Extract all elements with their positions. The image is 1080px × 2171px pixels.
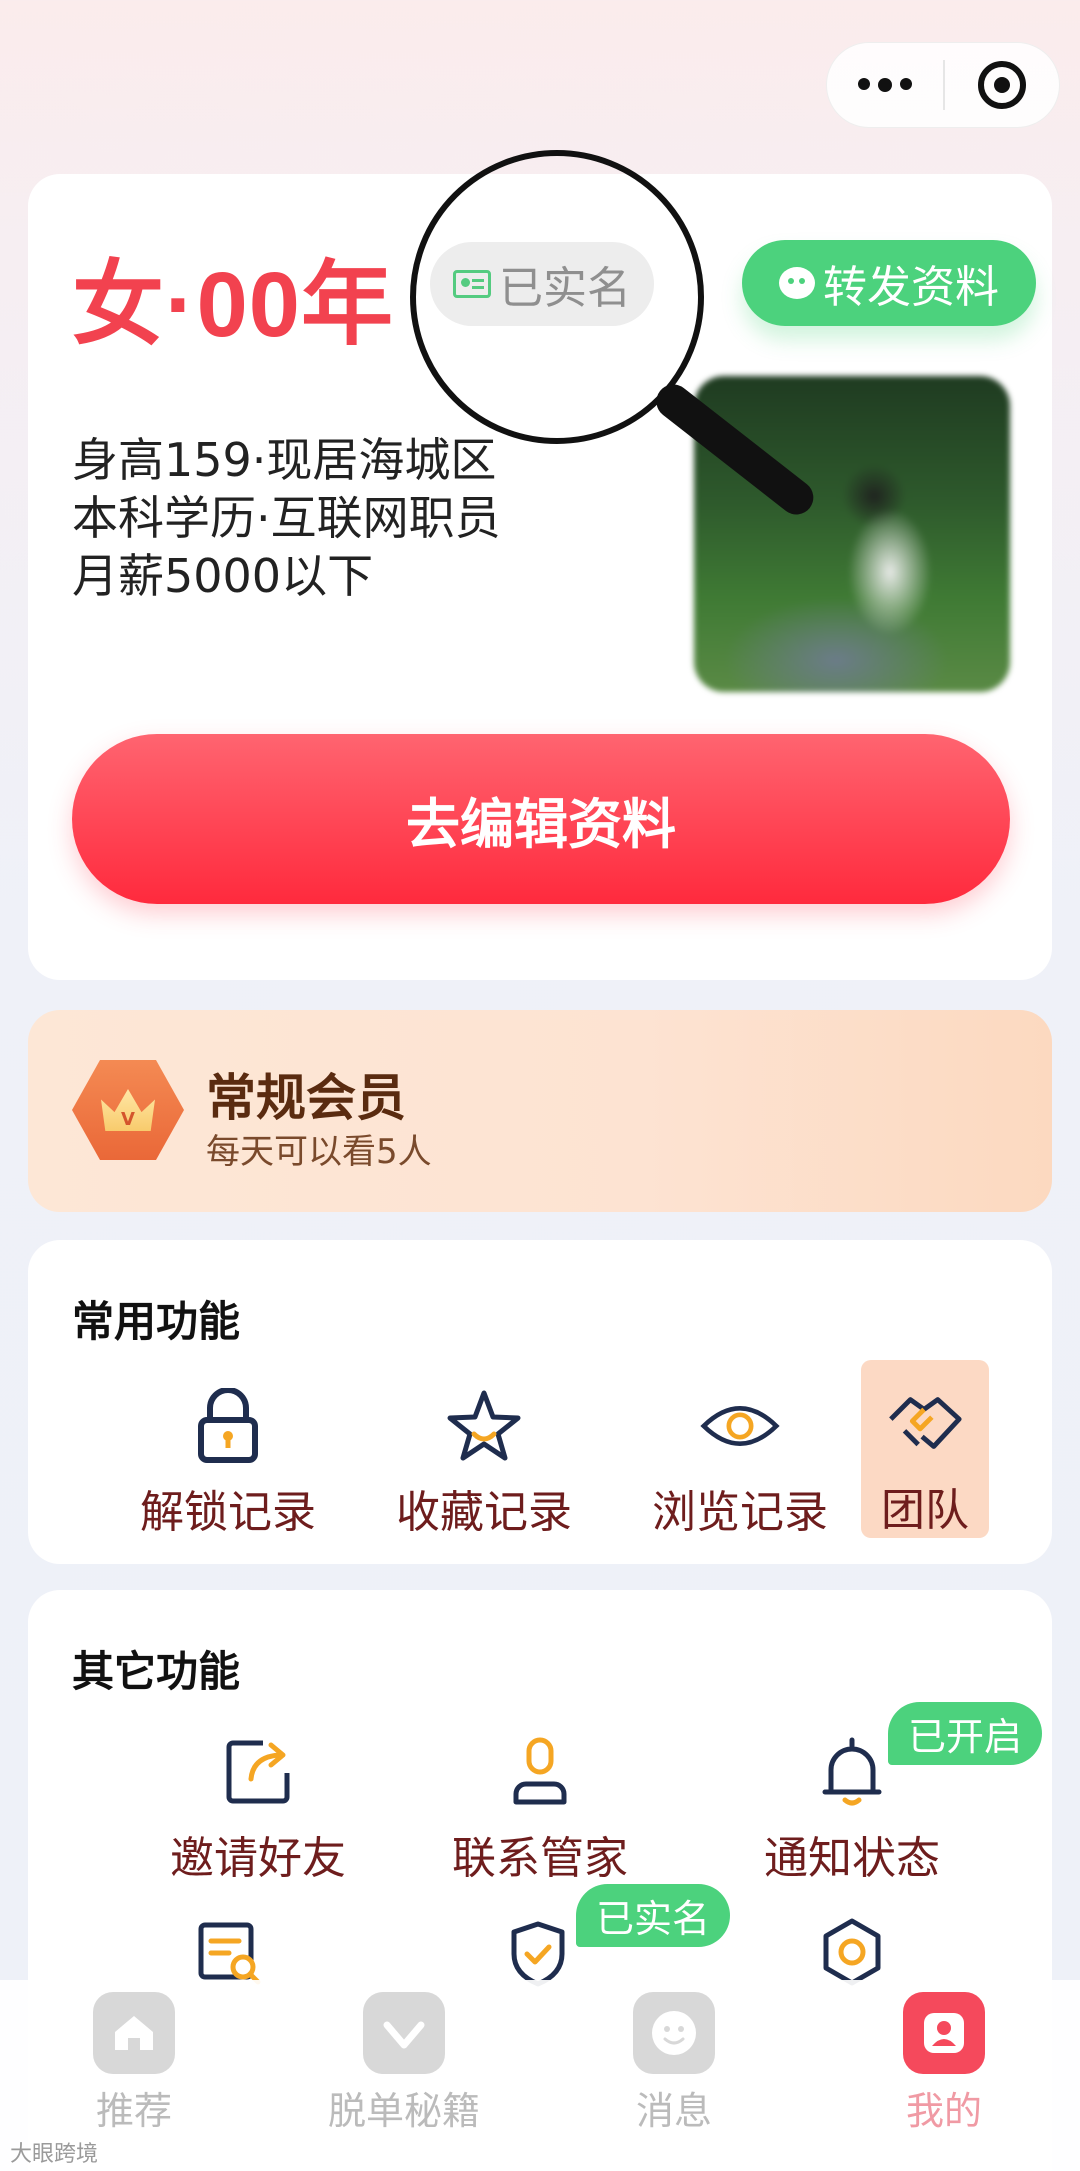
miniprogram-capsule: [826, 42, 1060, 128]
function-label: 团队: [881, 1485, 969, 1536]
function-label: 通知状态: [764, 1833, 940, 1884]
function-label: 解锁记录: [140, 1487, 316, 1538]
membership-subtitle: 每天可以看5人: [206, 1132, 432, 1172]
invite-friends-button[interactable]: 邀请好友: [118, 1732, 398, 1886]
eye-icon: [700, 1386, 780, 1466]
tab-label: 我的: [905, 2089, 982, 2133]
star-icon: [444, 1386, 524, 1466]
bell-icon: [812, 1732, 892, 1812]
bottom-tab-bar: 推荐 脱单秘籍 消息 我的: [0, 1980, 1080, 2171]
membership-card[interactable]: V 常规会员 每天可以看5人: [28, 1010, 1052, 1212]
wechat-icon: [779, 267, 815, 299]
browse-history-button[interactable]: 浏览记录: [620, 1386, 860, 1540]
smile-icon: [633, 1992, 715, 2074]
tab-label: 消息: [635, 2089, 712, 2133]
user-icon: [903, 1992, 985, 2074]
share-profile-label: 转发资料: [823, 262, 999, 313]
function-label: 浏览记录: [652, 1487, 828, 1538]
tab-mine[interactable]: 我的: [844, 1992, 1044, 2135]
section-title: 常用功能: [72, 1297, 241, 1346]
edit-profile-button[interactable]: 去编辑资料: [72, 734, 1010, 904]
share-profile-button[interactable]: 转发资料: [742, 240, 1036, 326]
handshake-icon: [885, 1384, 965, 1464]
home-icon: [93, 1992, 175, 2074]
profile-info-line: 本科学历·互联网职员: [72, 491, 501, 545]
target-icon: [978, 61, 1026, 109]
tab-dating-tips[interactable]: 脱单秘籍: [304, 1992, 504, 2135]
tab-messages[interactable]: 消息: [574, 1992, 774, 2135]
watermark: 大眼跨境: [10, 2142, 99, 2167]
crown-icon: V: [101, 1089, 155, 1131]
section-title: 其它功能: [72, 1647, 241, 1696]
profile-info-line: 身高159·现居海城区: [72, 433, 497, 487]
function-label: 联系管家: [452, 1833, 628, 1884]
function-label: 收藏记录: [396, 1487, 572, 1538]
profile-info-line: 月薪5000以下: [72, 549, 374, 603]
verified-badge: 已实名: [576, 1884, 731, 1947]
heart-icon: [363, 1992, 445, 2074]
tab-label: 推荐: [95, 2089, 172, 2133]
favorites-button[interactable]: 收藏记录: [364, 1386, 604, 1540]
profile-headline: 女·00年: [72, 254, 394, 356]
team-button[interactable]: 团队: [861, 1360, 989, 1538]
person-icon: [500, 1732, 580, 1812]
membership-title: 常规会员: [206, 1069, 406, 1127]
common-functions-card: 常用功能 解锁记录 收藏记录 浏览记录 团队: [28, 1240, 1052, 1564]
vip-crown-badge-icon: V: [72, 1060, 184, 1160]
function-label: 邀请好友: [170, 1833, 346, 1884]
close-miniprogram-button[interactable]: [945, 61, 1059, 109]
profile-photo[interactable]: [694, 376, 1010, 692]
lock-icon: [188, 1386, 268, 1466]
unlock-records-button[interactable]: 解锁记录: [108, 1386, 348, 1540]
share-icon: [218, 1732, 298, 1812]
notification-enabled-badge: 已开启: [888, 1702, 1043, 1765]
more-icon[interactable]: [827, 78, 943, 92]
contact-butler-button[interactable]: 联系管家: [400, 1732, 680, 1886]
tab-label: 脱单秘籍: [327, 2089, 480, 2133]
crown-letter: V: [121, 1109, 135, 1130]
tab-recommend[interactable]: 推荐: [34, 1992, 234, 2135]
